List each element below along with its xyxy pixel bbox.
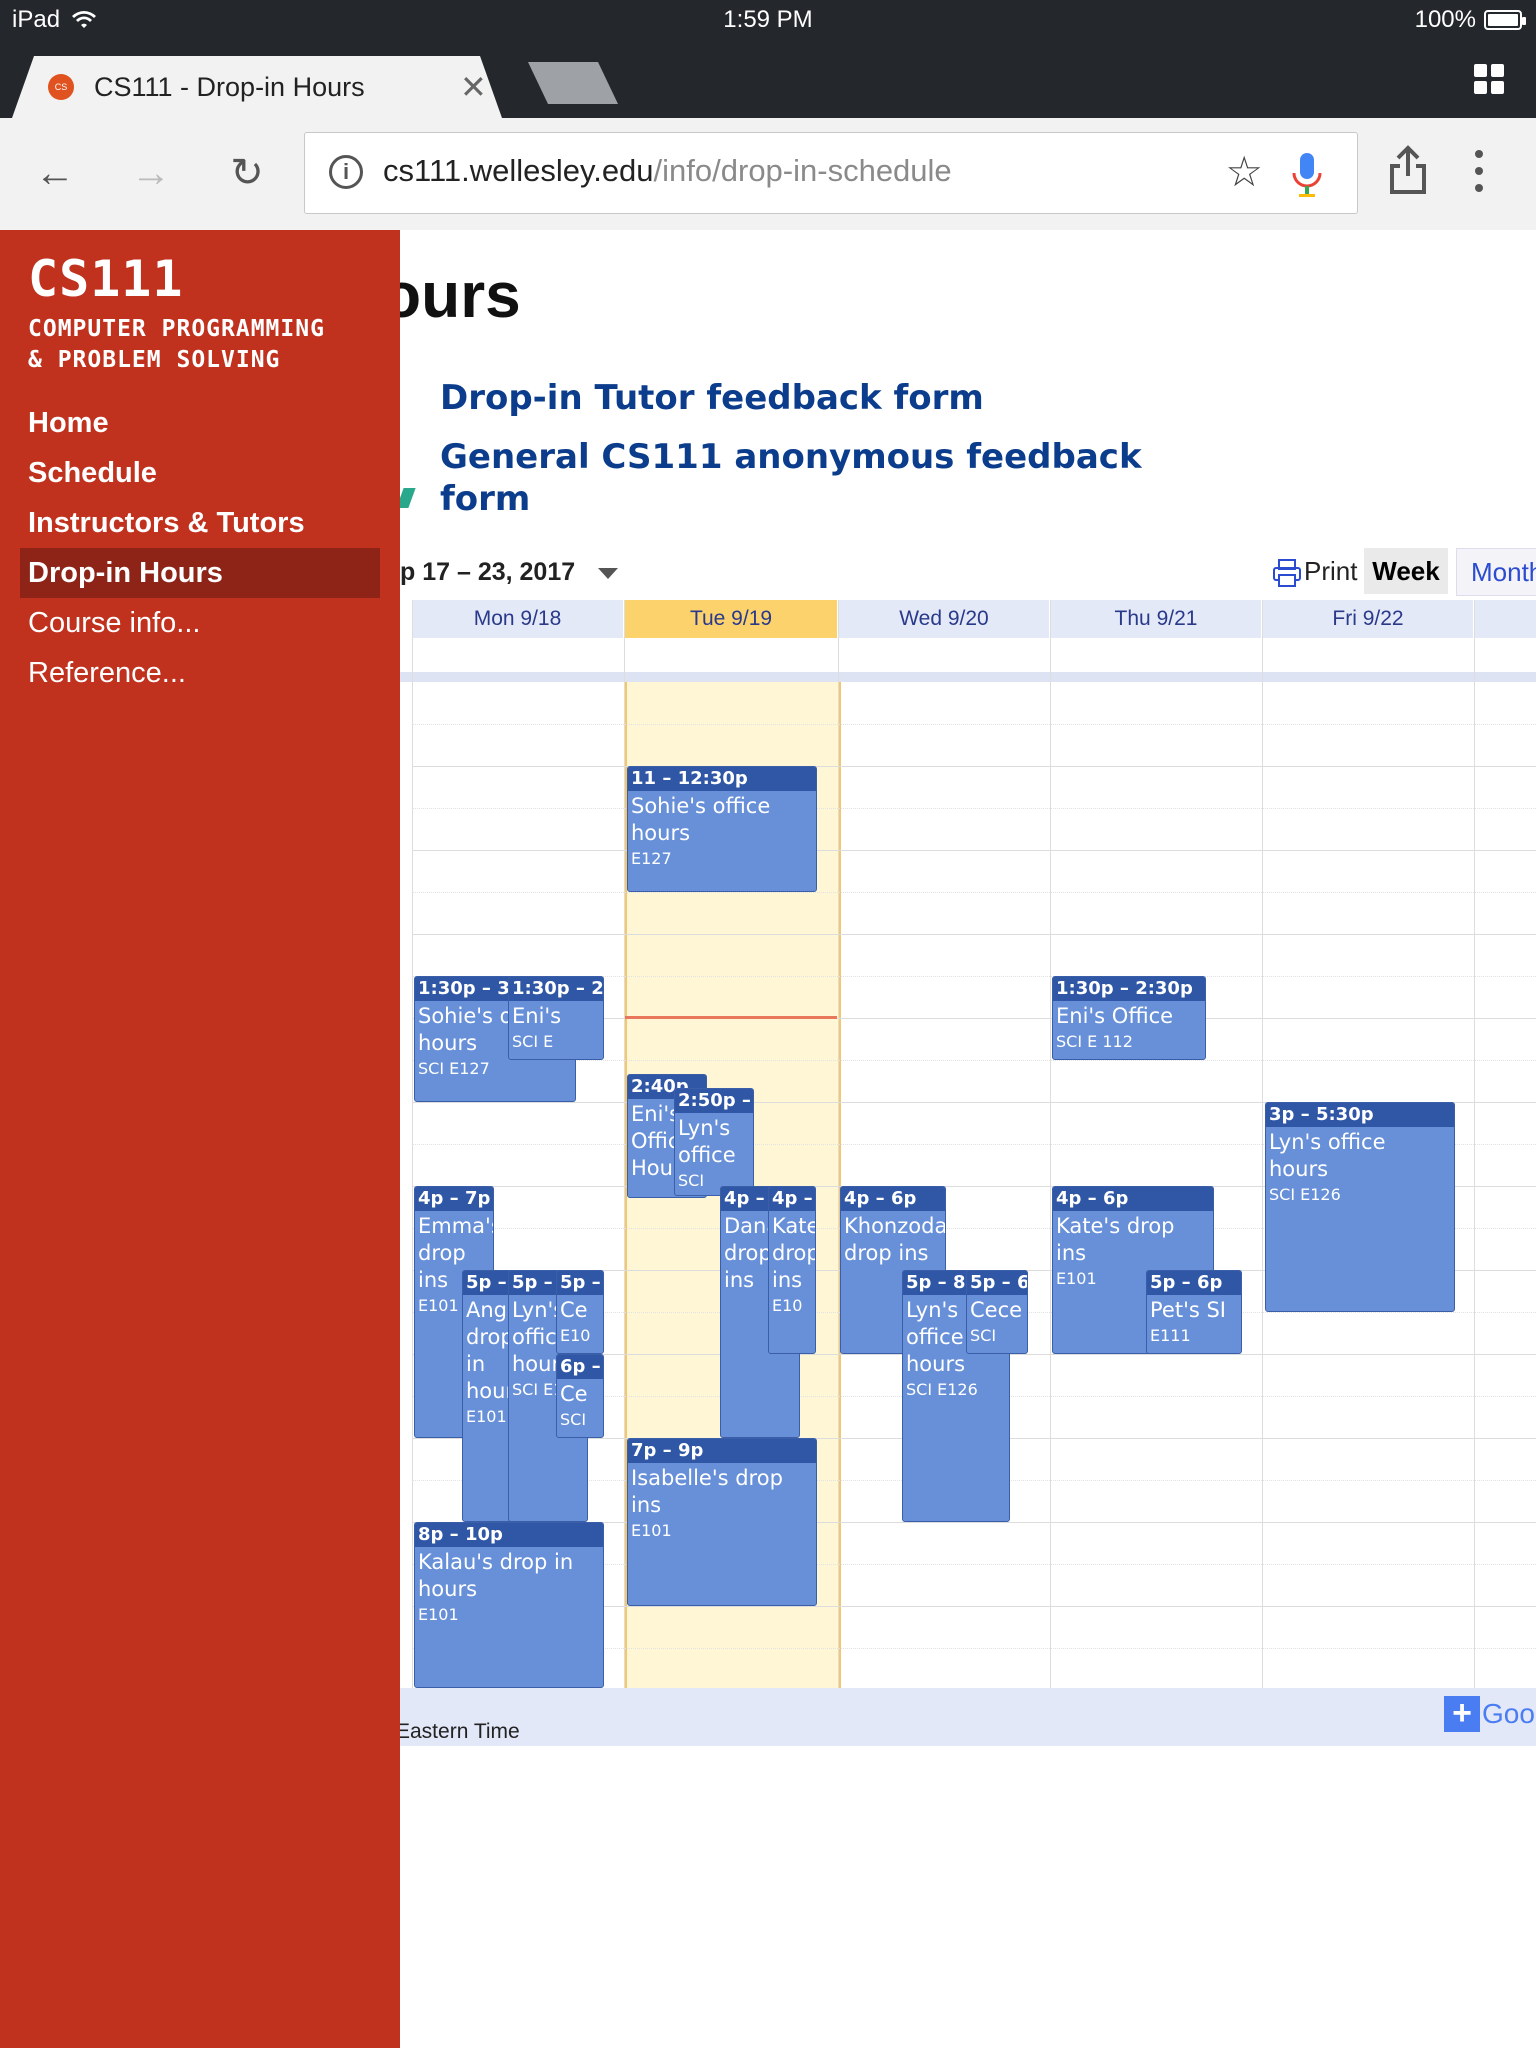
calendar-footer: Eastern Time + Goo <box>400 1688 1536 1746</box>
calendar-event[interactable]: 1:30p – 2 Eni's SCI E <box>508 976 604 1060</box>
date-dropdown-icon[interactable] <box>598 568 618 579</box>
forward-arrow-icon[interactable]: → <box>126 148 176 198</box>
calendar-event[interactable]: 5p – 6p Pet's SI E111 <box>1146 1270 1242 1354</box>
all-day-row <box>400 638 1536 682</box>
calendar-event[interactable]: 1:30p – 2:30p Eni's Office SCI E 112 <box>1052 976 1206 1060</box>
info-icon[interactable]: i <box>329 155 363 189</box>
url-text[interactable]: cs111.wellesley.edu/info/drop-in-schedul… <box>383 153 952 189</box>
battery-percent: 100% <box>1414 6 1476 33</box>
favicon-icon: CS <box>48 74 74 100</box>
sidebar-nav: Home Schedule Instructors & Tutors Drop-… <box>20 398 380 698</box>
calendar-event[interactable]: 8p – 10p Kalau's drop in hours E101 <box>414 1522 604 1688</box>
timezone-label: Eastern Time <box>400 1720 520 1743</box>
main-content: ours Drop-in Tutor feedback form General… <box>400 230 1536 2048</box>
tab-month[interactable]: Month <box>1456 548 1536 596</box>
tab-week[interactable]: Week <box>1364 548 1448 594</box>
microphone-icon[interactable] <box>1287 151 1327 199</box>
day-header: Mon 9/18 <box>412 600 623 638</box>
sidebar-item-course-info[interactable]: Course info... <box>20 598 380 648</box>
sidebar-item-reference[interactable]: Reference... <box>20 648 380 698</box>
reload-icon[interactable]: ↻ <box>222 148 272 198</box>
address-bar[interactable]: i cs111.wellesley.edu/info/drop-in-sched… <box>304 132 1358 214</box>
date-range: p 17 – 23, 2017 <box>400 558 576 586</box>
new-tab-button[interactable] <box>528 62 618 104</box>
browser-toolbar: ← → ↻ i cs111.wellesley.edu/info/drop-in… <box>0 118 1536 231</box>
print-label[interactable]: Print <box>1304 556 1357 587</box>
sidebar-item-home[interactable]: Home <box>20 398 380 448</box>
sidebar: CS111 COMPUTER PROGRAMMING & PROBLEM SOL… <box>0 230 400 2048</box>
battery-icon <box>1484 10 1526 30</box>
calendar-event[interactable]: 5p – 6 Cece SCI <box>966 1270 1028 1354</box>
day-header <box>1475 600 1536 638</box>
share-icon[interactable] <box>1386 144 1430 196</box>
more-menu-icon[interactable] <box>1474 150 1484 196</box>
tutor-feedback-link[interactable]: Drop-in Tutor feedback form <box>440 378 984 418</box>
status-bar: iPad 1:59 PM 100% <box>0 0 1536 40</box>
sidebar-item-drop-in-hours[interactable]: Drop-in Hours <box>20 548 380 598</box>
calendar-event[interactable]: 4p –Kate's drop insE10 <box>768 1186 816 1354</box>
course-subtitle: COMPUTER PROGRAMMING & PROBLEM SOLVING <box>28 316 325 373</box>
tab-strip: CS CS111 - Drop-in Hours ✕ <box>0 40 1536 118</box>
day-header-today: Tue 9/19 <box>625 600 837 638</box>
current-time-line <box>625 1016 837 1019</box>
browser-tab[interactable]: CS CS111 - Drop-in Hours ✕ <box>12 56 502 118</box>
calendar: Mon 9/18 Tue 9/19 Wed 9/20 Thu 9/21 Fri … <box>400 600 1536 1750</box>
course-title: CS111 <box>28 250 184 308</box>
clock: 1:59 PM <box>723 6 813 33</box>
anonymous-feedback-link[interactable]: General CS111 anonymous feedback form <box>440 436 1160 520</box>
page-title: ours <box>400 259 521 331</box>
close-tab-icon[interactable]: ✕ <box>460 68 487 106</box>
calendar-event[interactable]: 6p – Ce SCI <box>556 1354 604 1438</box>
tab-title: CS111 - Drop-in Hours <box>94 72 365 102</box>
print-icon[interactable] <box>1272 558 1302 588</box>
calendar-event[interactable]: 11 – 12:30p Sohie's office hours E127 <box>627 766 817 892</box>
calendar-event[interactable]: 3p – 5:30p Lyn's office hours SCI E126 <box>1265 1102 1455 1312</box>
add-google-calendar-icon[interactable]: + <box>1444 1696 1480 1732</box>
decorative-mark <box>400 488 416 508</box>
calendar-event[interactable]: 5p – Ce E10 <box>556 1270 604 1354</box>
calendar-event[interactable]: 7p – 9p Isabelle's drop ins E101 <box>627 1438 817 1606</box>
time-grid: 11 – 12:30p Sohie's office hours E127 1:30… <box>400 600 1536 1688</box>
day-header: Wed 9/20 <box>839 600 1049 638</box>
day-header: Thu 9/21 <box>1051 600 1261 638</box>
day-header: Fri 9/22 <box>1263 600 1473 638</box>
google-calendar-label[interactable]: Goo <box>1482 1698 1535 1730</box>
back-arrow-icon[interactable]: ← <box>30 148 80 198</box>
calendar-event[interactable]: 2:50p – Lyn's office SCI <box>674 1088 754 1196</box>
bookmark-star-icon[interactable]: ☆ <box>1225 147 1263 196</box>
sidebar-item-instructors[interactable]: Instructors & Tutors <box>20 498 380 548</box>
tab-switcher-icon[interactable] <box>1474 64 1506 96</box>
sidebar-item-schedule[interactable]: Schedule <box>20 448 380 498</box>
